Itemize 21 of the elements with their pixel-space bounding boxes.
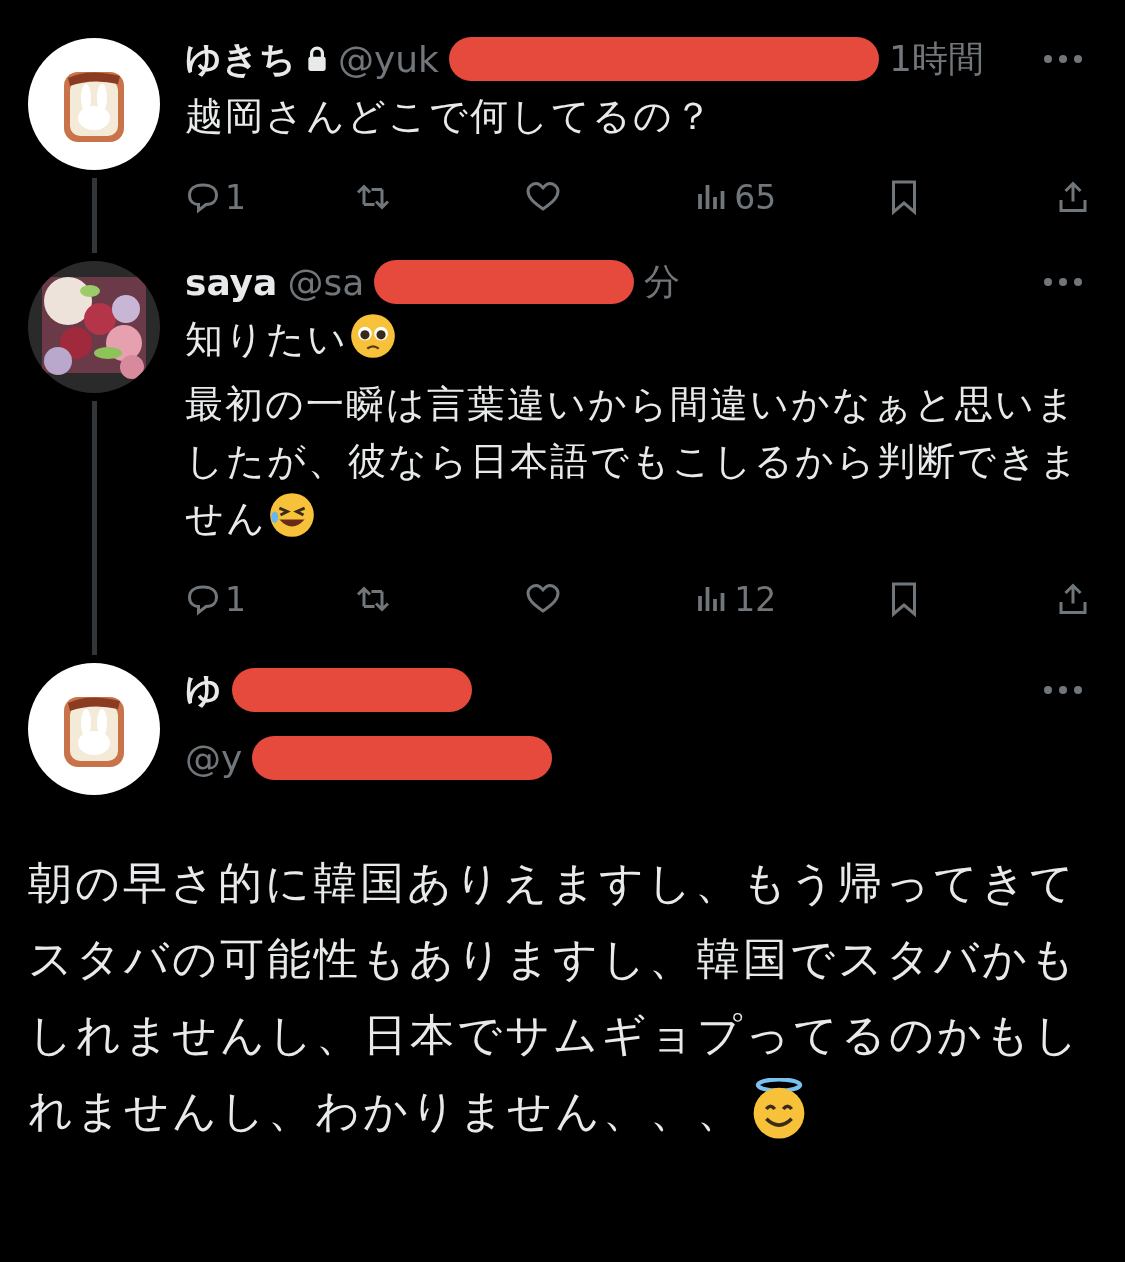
user-handle[interactable]: @y <box>185 737 243 779</box>
user-handle[interactable]: @sa <box>287 261 365 303</box>
timestamp: 1時間 <box>888 36 984 81</box>
reply-count: 1 <box>225 579 246 619</box>
post-text: 朝の早さ的に韓国ありえますし、もう帰ってきてスタバの可能性もありますし、韓国でスタバかもしれませんし、日本でサムギョプってるのかもしれませんし、わかりません、、、 <box>28 845 1097 1149</box>
pleading-emoji-icon <box>350 312 396 360</box>
more-icon[interactable] <box>1043 277 1083 287</box>
more-icon[interactable] <box>1043 685 1083 695</box>
post-text: 最初の一瞬は言葉違いから間違いかなぁと思いましたが、彼なら日本語でもこしるから判断できません <box>185 381 1081 542</box>
view-count: 65 <box>734 177 777 217</box>
timestamp: 分 <box>644 259 681 304</box>
more-icon[interactable] <box>1043 54 1083 64</box>
view-count: 12 <box>734 579 777 619</box>
reply-count: 1 <box>225 177 246 217</box>
post-text: 越岡さんどこで何してるの？ <box>185 93 715 140</box>
post-text: 知りたい <box>185 311 1097 368</box>
laughing-emoji-icon <box>269 491 315 539</box>
user-name[interactable]: ゆきち <box>185 34 296 84</box>
user-handle[interactable]: @yuk <box>338 38 439 80</box>
user-name[interactable]: ゆ <box>185 665 222 715</box>
user-name[interactable]: saya <box>185 261 278 303</box>
